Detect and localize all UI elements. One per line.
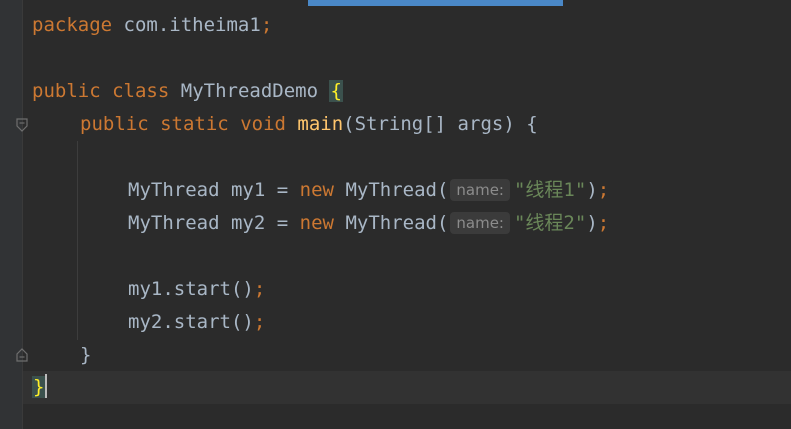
constructor-call: MyThread(: [345, 179, 449, 201]
assign-operator: =: [276, 179, 289, 201]
parameter-hint: name:: [450, 179, 510, 201]
keyword-package: package: [32, 14, 113, 36]
code-line-class-decl[interactable]: public class MyThreadDemo {: [32, 75, 343, 108]
keyword-new: new: [299, 212, 334, 234]
matched-brace-close: }: [32, 376, 46, 398]
code-line-package[interactable]: package com.itheima1;: [32, 9, 272, 42]
parameter-hint: name:: [450, 212, 510, 234]
editor-gutter: [0, 0, 22, 429]
keyword-class: class: [112, 80, 170, 102]
fold-end-icon[interactable]: [14, 347, 30, 363]
semicolon: ;: [253, 278, 266, 300]
keyword-new: new: [299, 179, 334, 201]
string-literal: "线程1": [513, 179, 587, 201]
code-line-method-close[interactable]: }: [80, 339, 91, 372]
variable-name: my1: [230, 179, 266, 201]
fold-collapse-icon[interactable]: [14, 117, 30, 133]
matched-brace-open: {: [329, 80, 343, 102]
type-name: MyThread: [128, 179, 220, 201]
semicolon: ;: [597, 179, 610, 201]
indent-guide: [77, 141, 78, 340]
constructor-call: MyThread(: [345, 212, 449, 234]
gutter-divider: [22, 0, 23, 429]
code-line-my1-start[interactable]: my1.start();: [128, 273, 265, 306]
keyword-static: static: [160, 113, 229, 135]
keyword-public: public: [80, 113, 149, 135]
keyword-void: void: [240, 113, 286, 135]
text-caret: [45, 374, 48, 398]
assign-operator: =: [276, 212, 289, 234]
semicolon: ;: [253, 311, 266, 333]
class-name: MyThreadDemo: [180, 80, 319, 102]
type-name: MyThread: [128, 212, 220, 234]
string-literal: "线程2": [513, 212, 587, 234]
code-line-my2-start[interactable]: my2.start();: [128, 306, 265, 339]
method-call: my2.start(): [128, 311, 254, 333]
code-line-main-decl[interactable]: public static void main(String[] args) {: [80, 108, 538, 141]
closing-brace: }: [80, 344, 92, 366]
close-paren: ): [586, 212, 598, 234]
package-name: com.itheima1: [123, 14, 261, 36]
method-params: (String[] args) {: [343, 113, 538, 135]
semicolon: ;: [260, 14, 273, 36]
code-line-my2-decl[interactable]: MyThread my2 = new MyThread(name: "线程2");: [128, 207, 609, 240]
method-call: my1.start(): [128, 278, 254, 300]
current-line-highlight: [23, 371, 791, 404]
code-line-my1-decl[interactable]: MyThread my1 = new MyThread(name: "线程1");: [128, 174, 609, 207]
code-line-class-close[interactable]: }: [32, 371, 48, 404]
horizontal-scroll-indicator[interactable]: [308, 0, 563, 6]
variable-name: my2: [230, 212, 266, 234]
close-paren: ): [586, 179, 598, 201]
method-name-main: main: [297, 113, 344, 135]
keyword-public: public: [32, 80, 101, 102]
semicolon: ;: [597, 212, 610, 234]
